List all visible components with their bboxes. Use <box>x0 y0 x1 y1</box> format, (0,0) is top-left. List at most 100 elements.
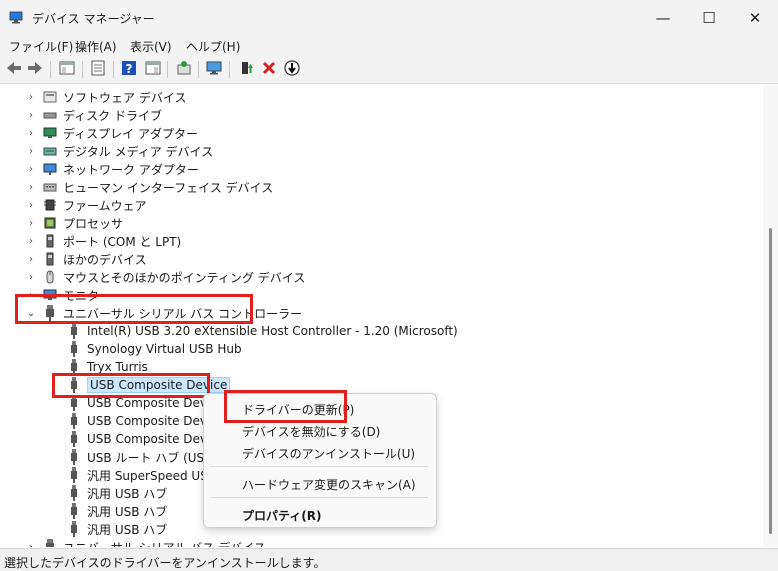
tree-category-hid[interactable]: › ヒューマン インターフェイス デバイス <box>24 178 273 196</box>
menu-scan-hardware[interactable]: ハードウェア変更のスキャン(A) <box>242 476 416 493</box>
tree-category-display-adapters[interactable]: › ディスプレイ アダプター <box>24 124 198 142</box>
tree-label: ネットワーク アダプター <box>63 162 199 177</box>
view-icon <box>145 61 161 78</box>
vertical-scrollbar[interactable] <box>763 84 778 547</box>
usb-device-composite[interactable]: USB Composite Device <box>62 430 224 448</box>
usb-device-icon <box>66 323 82 339</box>
usb-device-icon <box>66 413 82 429</box>
help-button[interactable]: ? <box>120 60 138 78</box>
tree-label: ディスプレイ アダプター <box>63 126 198 141</box>
tree-category-mice[interactable]: › マウスとそのほかのポインティング デバイス <box>24 268 305 286</box>
maximize-icon: ☐ <box>702 9 716 27</box>
chevron-right-icon[interactable]: › <box>24 178 38 196</box>
action-pane-button[interactable] <box>144 60 162 78</box>
usb-device-generic-hub[interactable]: 汎用 USB ハブ <box>62 502 167 520</box>
menu-help[interactable]: ヘルプ(H) <box>186 38 240 55</box>
chevron-right-icon[interactable]: › <box>24 538 38 548</box>
tree-category-software-devices[interactable]: › ソフトウェア デバイス <box>24 88 186 106</box>
toolbar-separator <box>229 61 230 78</box>
tree-category-digital-media[interactable]: › デジタル メディア デバイス <box>24 142 213 160</box>
scrollbar-thumb[interactable] <box>769 228 772 534</box>
usb-device-icon <box>66 395 82 411</box>
close-button[interactable]: ✕ <box>732 0 778 36</box>
usb-device-icon <box>66 503 82 519</box>
usb-device-icon <box>66 467 82 483</box>
tree-label: ほかのデバイス <box>63 252 147 267</box>
chevron-right-icon[interactable]: › <box>24 88 38 106</box>
chevron-right-icon[interactable]: › <box>24 142 38 160</box>
disable-device-button[interactable] <box>283 59 301 78</box>
software-device-icon <box>42 89 58 105</box>
minimize-button[interactable]: — <box>640 0 686 36</box>
monitor-icon <box>42 287 58 303</box>
tree-label: ヒューマン インターフェイス デバイス <box>63 180 274 195</box>
toolbar-separator <box>198 61 199 78</box>
device-monitor-button[interactable] <box>205 60 223 78</box>
menu-separator <box>210 466 428 467</box>
properties-button[interactable] <box>89 60 107 78</box>
usb-device-tryx-turris[interactable]: Tryx Turris <box>62 358 148 376</box>
usb-device-composite[interactable]: USB Composite Device <box>62 394 224 412</box>
menu-action[interactable]: 操作(A) <box>75 38 117 55</box>
tree-label: デジタル メディア デバイス <box>63 144 214 159</box>
title-bar: デバイス マネージャー — ☐ ✕ <box>0 0 778 36</box>
tree-category-processors[interactable]: › プロセッサ <box>24 214 123 232</box>
status-bar: 選択したデバイスのドライバーをアンインストールします。 <box>0 548 778 571</box>
forward-button[interactable] <box>26 60 44 78</box>
menu-uninstall-device[interactable]: デバイスのアンインストール(U) <box>242 445 415 462</box>
chevron-right-icon[interactable]: › <box>24 250 38 268</box>
tree-category-other-devices[interactable]: › ほかのデバイス <box>24 250 147 268</box>
usb-device-synology-hub[interactable]: Synology Virtual USB Hub <box>62 340 242 358</box>
processor-icon <box>42 215 58 231</box>
menu-disable-device[interactable]: デバイスを無効にする(D) <box>242 423 380 440</box>
tree-label: マウスとそのほかのポインティング デバイス <box>63 270 306 285</box>
tree-category-firmware[interactable]: › ファームウェア <box>24 196 147 214</box>
window-title: デバイス マネージャー <box>32 12 155 26</box>
forward-icon <box>27 61 43 78</box>
chevron-right-icon[interactable]: › <box>24 214 38 232</box>
chevron-right-icon[interactable]: › <box>24 196 38 214</box>
menu-properties[interactable]: プロパティ(R) <box>242 507 322 524</box>
chevron-right-icon[interactable]: › <box>24 268 38 286</box>
menu-view[interactable]: 表示(V) <box>130 38 172 55</box>
tree-category-usb-devices[interactable]: › ユニバーサル シリアル バス デバイス <box>24 538 266 547</box>
chevron-right-icon[interactable]: › <box>24 286 38 304</box>
maximize-button[interactable]: ☐ <box>686 0 732 36</box>
usb-device-generic-hub[interactable]: 汎用 USB ハブ <box>62 484 167 502</box>
digital-media-icon <box>42 143 58 159</box>
chevron-right-icon[interactable]: › <box>24 160 38 178</box>
menu-update-driver[interactable]: ドライバーの更新(P) <box>242 401 354 418</box>
uninstall-device-button[interactable] <box>260 60 278 78</box>
tree-label: モニター <box>63 288 112 303</box>
update-driver-button[interactable] <box>237 60 255 78</box>
chevron-down-icon[interactable]: ⌄ <box>24 304 38 322</box>
toolbar-separator <box>113 61 114 78</box>
toolbar-separator <box>167 61 168 78</box>
usb-device-host-controller[interactable]: Intel(R) USB 3.20 eXtensible Host Contro… <box>62 322 458 340</box>
tree-category-disk-drives[interactable]: › ディスク ドライブ <box>24 106 162 124</box>
tree-label: ディスク ドライブ <box>63 108 162 123</box>
mouse-icon <box>42 269 58 285</box>
back-button[interactable] <box>5 60 23 78</box>
help-icon: ? <box>121 60 137 79</box>
usb-device-composite-selected[interactable]: USB Composite Device <box>62 376 231 394</box>
chevron-right-icon[interactable]: › <box>24 106 38 124</box>
usb-device-composite[interactable]: USB Composite Device <box>62 412 224 430</box>
tree-category-ports[interactable]: › ポート (COM と LPT) <box>24 232 181 250</box>
tree-label: プロセッサ <box>63 216 124 231</box>
tree-category-network-adapters[interactable]: › ネットワーク アダプター <box>24 160 199 178</box>
scan-hardware-button[interactable] <box>175 60 193 78</box>
chevron-right-icon[interactable]: › <box>24 124 38 142</box>
hid-keyboard-icon <box>42 179 58 195</box>
show-hide-console-button[interactable] <box>58 60 76 78</box>
uninstall-icon <box>262 61 276 78</box>
menu-separator <box>210 497 428 498</box>
chevron-right-icon[interactable]: › <box>24 232 38 250</box>
tree-category-usb-controllers[interactable]: ⌄ ユニバーサル シリアル バス コントローラー <box>24 304 302 322</box>
menu-file[interactable]: ファイル(F) <box>9 38 73 55</box>
tree-label: ユニバーサル シリアル バス デバイス <box>63 539 266 548</box>
tree-label: Synology Virtual USB Hub <box>87 342 242 356</box>
tree-label: Tryx Turris <box>87 360 148 374</box>
usb-device-generic-hub[interactable]: 汎用 USB ハブ <box>62 520 167 538</box>
tree-category-monitors[interactable]: › モニター <box>24 286 111 304</box>
